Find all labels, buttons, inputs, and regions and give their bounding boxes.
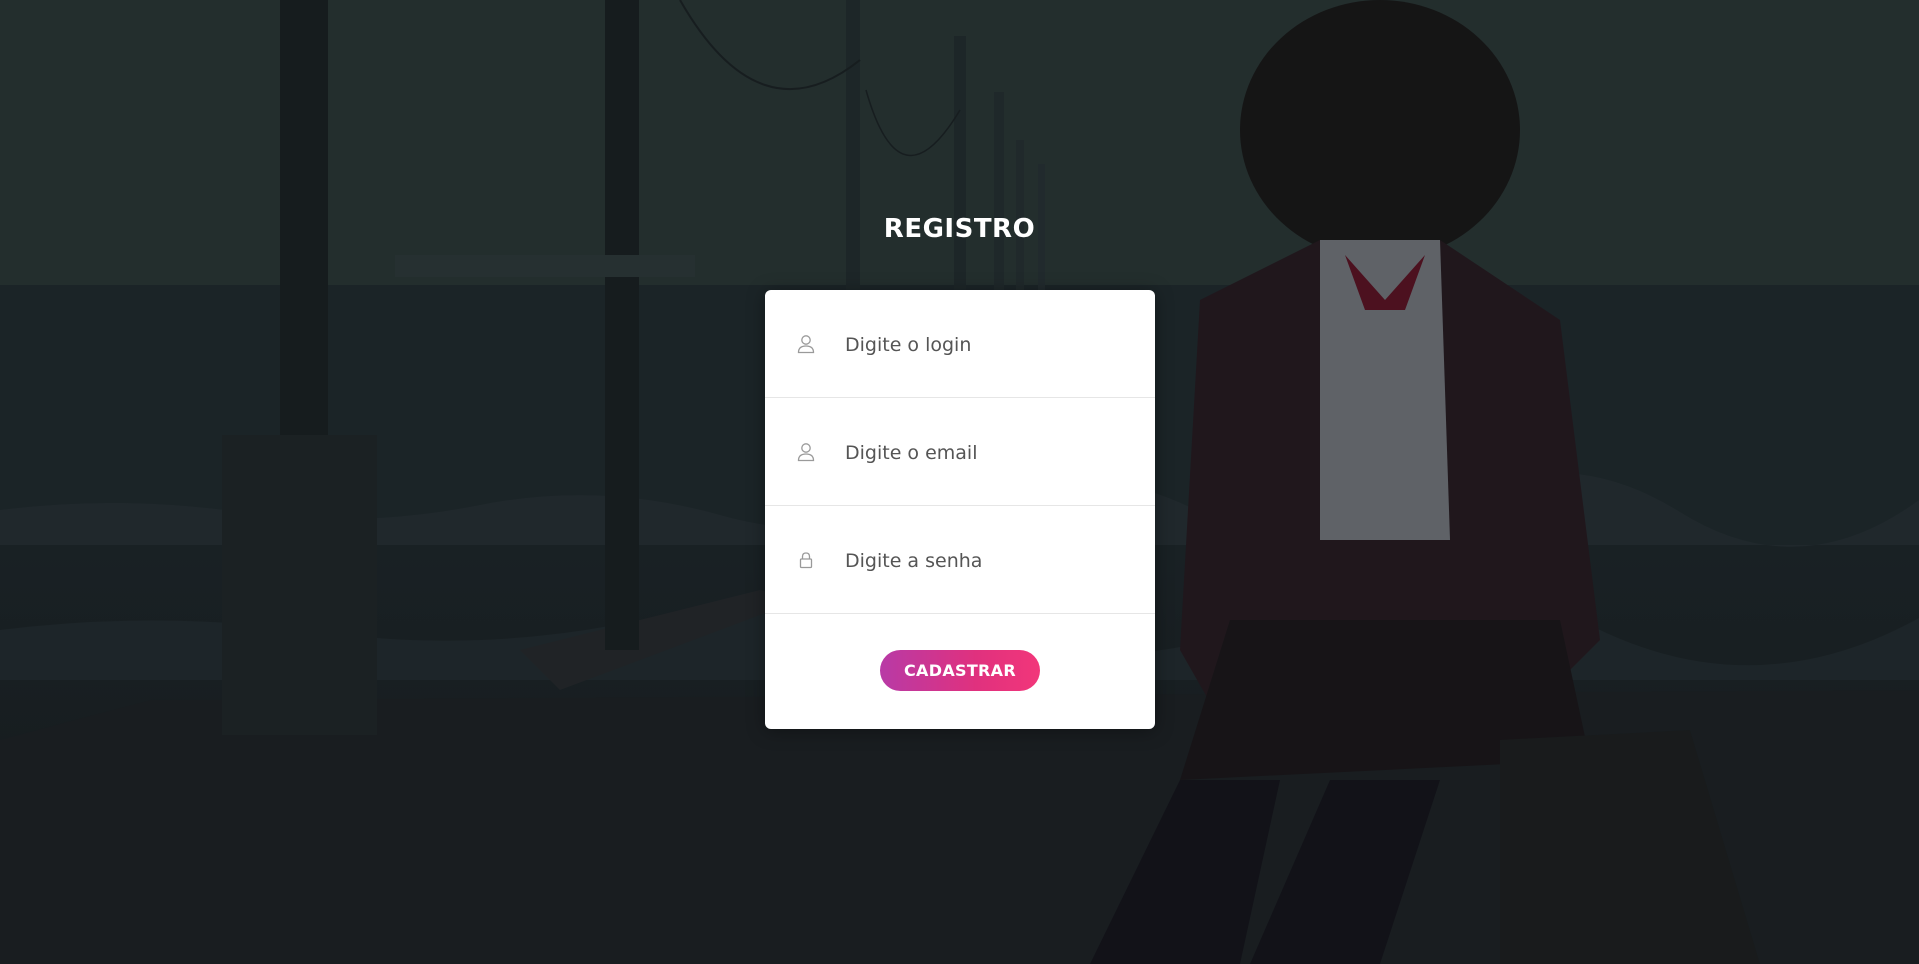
page-title: REGISTRO (883, 214, 1036, 244)
user-icon (797, 442, 815, 462)
register-form: CADASTRAR (765, 290, 1155, 729)
password-field-row (765, 506, 1155, 614)
login-field-row (765, 290, 1155, 398)
submit-row: CADASTRAR (765, 614, 1155, 729)
password-input[interactable] (845, 546, 1125, 576)
login-input[interactable] (845, 330, 1125, 360)
lock-icon (797, 550, 815, 570)
email-field-row (765, 398, 1155, 506)
email-input[interactable] (845, 438, 1125, 468)
user-icon (797, 334, 815, 354)
register-button[interactable]: CADASTRAR (880, 650, 1040, 691)
